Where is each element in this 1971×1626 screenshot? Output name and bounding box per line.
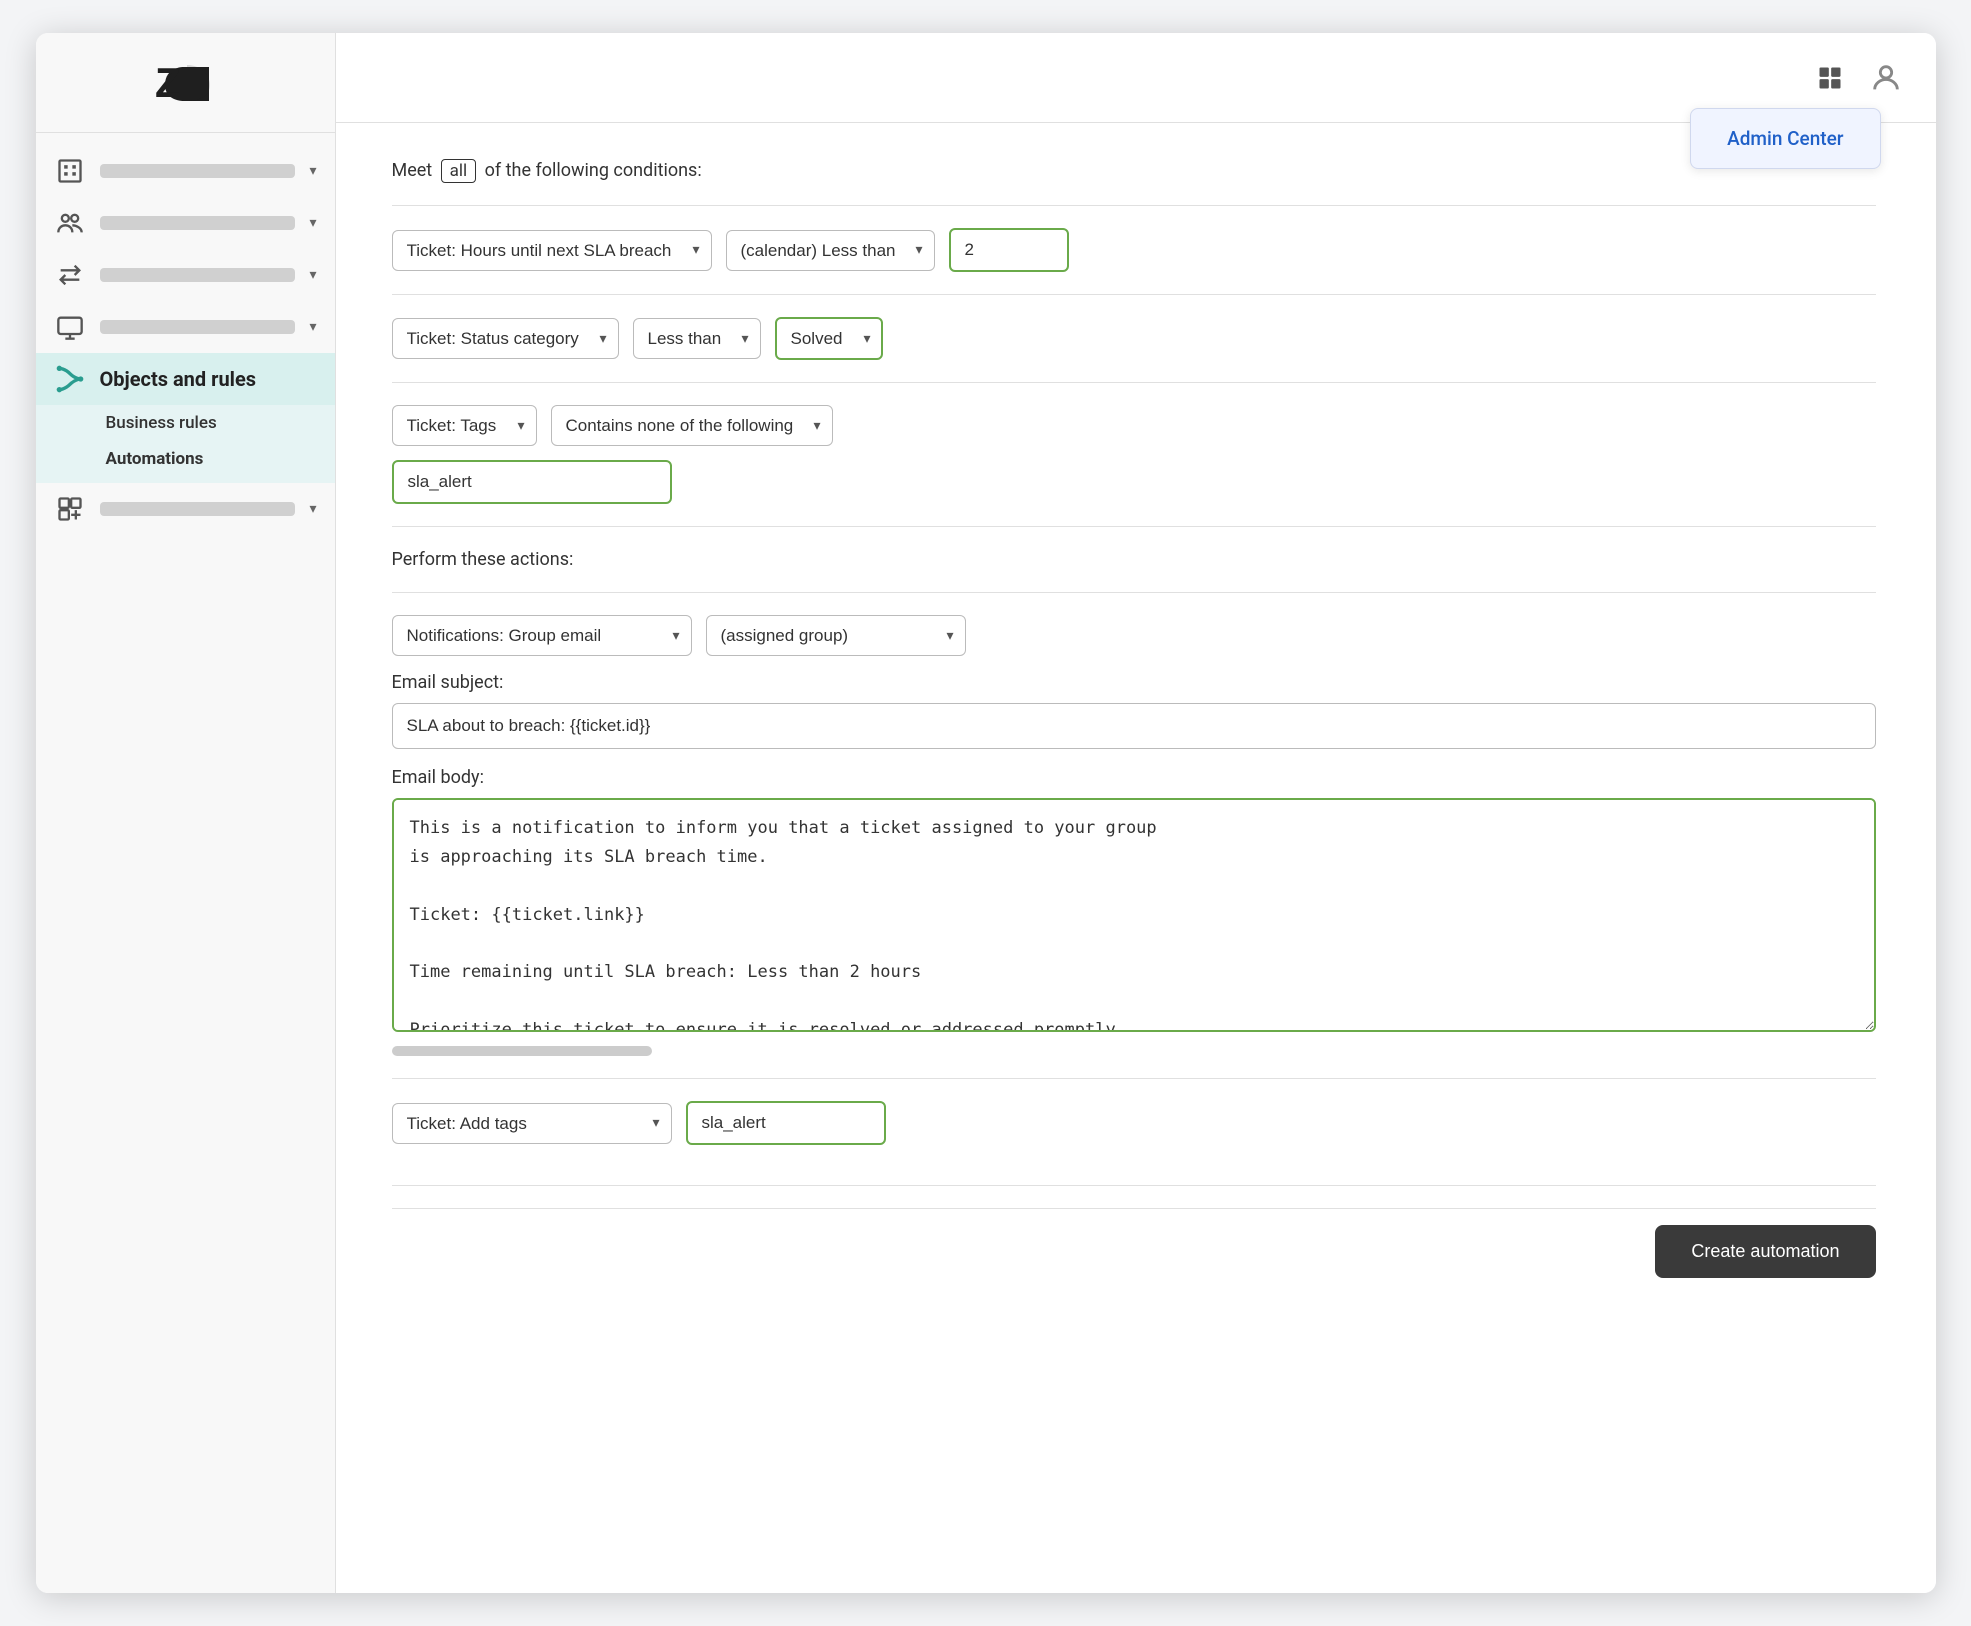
- apps-icon: [54, 493, 86, 525]
- user-profile-icon[interactable]: [1866, 58, 1906, 98]
- condition-3-field-select[interactable]: Ticket: Tags: [392, 405, 537, 446]
- sidebar-item-routing[interactable]: ▾: [36, 249, 335, 301]
- email-body-label: Email body:: [392, 767, 1876, 788]
- divider-2: [392, 294, 1876, 295]
- action-2-field-select[interactable]: Ticket: Add tags: [392, 1103, 672, 1144]
- divider-3: [392, 382, 1876, 383]
- create-automation-button[interactable]: Create automation: [1655, 1225, 1875, 1278]
- condition-1-value-input[interactable]: [949, 228, 1069, 272]
- condition-2-operator-select[interactable]: Less than: [633, 318, 761, 359]
- condition-row-1: Ticket: Hours until next SLA breach (cal…: [392, 228, 1876, 272]
- sidebar: Z ▾: [36, 33, 336, 1593]
- display-icon: [54, 311, 86, 343]
- chevron-down-icon-5: ▾: [309, 501, 316, 517]
- condition-3-operator-select[interactable]: Contains none of the following: [551, 405, 833, 446]
- divider-4: [392, 526, 1876, 527]
- sidebar-item-apps[interactable]: ▾: [36, 483, 335, 535]
- objects-rules-label: Objects and rules: [100, 367, 317, 391]
- sidebar-nav: ▾ ▾: [36, 133, 335, 1593]
- users-icon: [54, 207, 86, 239]
- action-1-value-wrapper[interactable]: (assigned group): [706, 615, 966, 656]
- condition-1-field-select[interactable]: Ticket: Hours until next SLA breach: [392, 230, 712, 271]
- main-content: Meet all of the following conditions: Ti…: [336, 123, 1936, 1593]
- chevron-down-icon: ▾: [309, 163, 316, 179]
- action-1-field-wrapper[interactable]: Notifications: Group email: [392, 615, 692, 656]
- condition-row-3: Ticket: Tags Contains none of the follow…: [392, 405, 1876, 446]
- action-1-field-select[interactable]: Notifications: Group email: [392, 615, 692, 656]
- action-row-1: Notifications: Group email (assigned gro…: [392, 615, 1876, 656]
- sidebar-subitem-automations[interactable]: Automations: [36, 441, 335, 477]
- conditions-header: Meet all of the following conditions:: [392, 159, 1876, 183]
- sidebar-item-users-label: [100, 216, 296, 230]
- admin-center-dropdown: Admin Center: [1690, 108, 1880, 169]
- sidebar-logo: Z: [36, 33, 335, 133]
- condition-2-operator-wrapper[interactable]: Less than: [633, 318, 761, 359]
- divider-5: [392, 592, 1876, 593]
- divider-7: [392, 1185, 1876, 1186]
- routing-icon: [54, 259, 86, 291]
- sidebar-subitem-business-rules[interactable]: Business rules: [36, 405, 335, 441]
- action-2-value-input[interactable]: [686, 1101, 886, 1145]
- divider-6: [392, 1078, 1876, 1079]
- email-subject-input[interactable]: [392, 703, 1876, 749]
- grid-icon[interactable]: [1810, 58, 1850, 98]
- sidebar-item-buildings-label: [100, 164, 296, 178]
- condition-3-field-wrapper[interactable]: Ticket: Tags: [392, 405, 537, 446]
- all-badge[interactable]: all: [441, 159, 477, 183]
- email-body-textarea[interactable]: This is a notification to inform you tha…: [392, 798, 1876, 1032]
- admin-center-link[interactable]: Admin Center: [1727, 127, 1843, 150]
- email-subject-label: Email subject:: [392, 672, 1876, 693]
- condition-2-value-select[interactable]: Solved: [775, 317, 883, 360]
- condition-3-operator-wrapper[interactable]: Contains none of the following: [551, 405, 833, 446]
- condition-1-operator-select[interactable]: (calendar) Less than: [726, 230, 935, 271]
- condition-2-value-wrapper[interactable]: Solved: [775, 317, 883, 360]
- condition-2-field-select[interactable]: Ticket: Status category: [392, 318, 619, 359]
- svg-text:Z: Z: [155, 59, 181, 106]
- condition-1-operator-wrapper[interactable]: (calendar) Less than: [726, 230, 935, 271]
- buildings-icon: [54, 155, 86, 187]
- sidebar-item-apps-label: [100, 502, 296, 516]
- sidebar-item-objects[interactable]: Objects and rules: [36, 353, 335, 405]
- footer-actions: Create automation: [392, 1208, 1876, 1278]
- condition-3-tags-row: [392, 460, 1876, 504]
- sidebar-item-routing-label: [100, 268, 296, 282]
- sidebar-item-display[interactable]: ▾: [36, 301, 335, 353]
- condition-1-field-wrapper[interactable]: Ticket: Hours until next SLA breach: [392, 230, 712, 271]
- chevron-down-icon-4: ▾: [309, 319, 316, 335]
- sidebar-item-buildings[interactable]: ▾: [36, 145, 335, 197]
- action-1-value-select[interactable]: (assigned group): [706, 615, 966, 656]
- action-2-field-wrapper[interactable]: Ticket: Add tags: [392, 1103, 672, 1144]
- action-row-2: Ticket: Add tags: [392, 1101, 1876, 1145]
- sidebar-item-users[interactable]: ▾: [36, 197, 335, 249]
- sidebar-subnav: Business rules Automations: [36, 405, 335, 483]
- divider-1: [392, 205, 1876, 206]
- scrollbar-stub: [392, 1046, 652, 1056]
- chevron-down-icon-3: ▾: [309, 267, 316, 283]
- actions-header: Perform these actions:: [392, 549, 1876, 570]
- condition-2-field-wrapper[interactable]: Ticket: Status category: [392, 318, 619, 359]
- condition-3-tag-input[interactable]: [392, 460, 672, 504]
- chevron-down-icon-2: ▾: [309, 215, 316, 231]
- sidebar-item-display-label: [100, 320, 296, 334]
- zendesk-logo: Z: [145, 57, 225, 109]
- objects-rules-icon: [54, 363, 86, 395]
- condition-row-2: Ticket: Status category Less than Solved: [392, 317, 1876, 360]
